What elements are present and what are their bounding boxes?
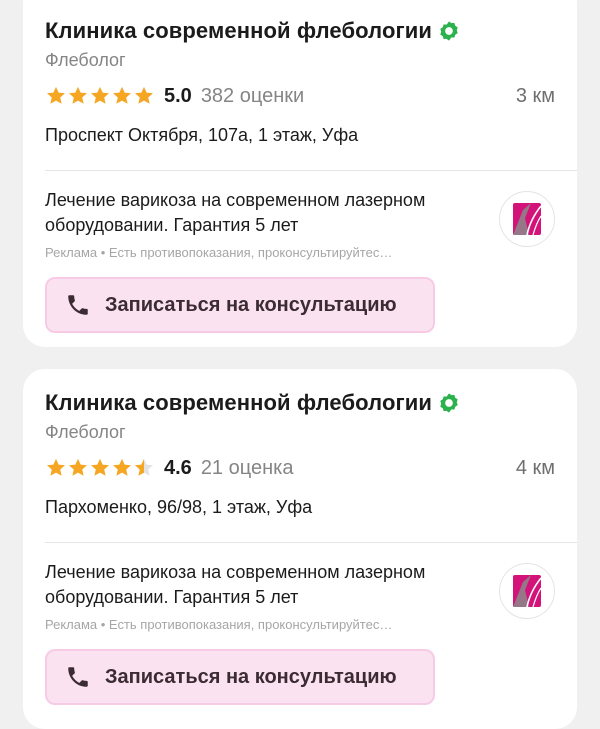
star-half-icon <box>135 458 153 476</box>
divider <box>45 170 577 171</box>
rating-value: 5.0 <box>164 84 192 107</box>
rating-value: 4.6 <box>164 456 192 479</box>
clinic-title[interactable]: Клиника современной флебологии <box>45 18 432 44</box>
star-icon <box>91 86 109 104</box>
rating-stars <box>45 85 155 107</box>
phone-icon <box>68 667 88 687</box>
ad-disclaimer: Реклама • Есть противопоказания, проконс… <box>45 245 393 260</box>
rating-stars <box>45 457 155 479</box>
phone-icon <box>68 295 88 315</box>
clinic-address[interactable]: Проспект Октября, 107а, 1 этаж, Уфа <box>45 120 555 150</box>
ad-block[interactable]: Лечение варикоза на современном лазерном… <box>45 560 555 632</box>
clinic-card[interactable]: Клиника современной флебологии Флеболог … <box>23 369 577 729</box>
book-consultation-label: Записаться на консультацию <box>105 665 397 688</box>
star-icon <box>113 86 131 104</box>
ad-text[interactable]: Лечение варикоза на современном лазерном… <box>45 560 495 610</box>
book-consultation-button[interactable]: Записаться на консультацию <box>45 649 435 705</box>
book-consultation-label: Записаться на консультацию <box>105 293 397 316</box>
star-icon <box>69 458 87 476</box>
verified-badge-icon <box>440 21 458 41</box>
review-count[interactable]: 21 оценка <box>201 457 294 480</box>
star-icon <box>113 458 131 476</box>
star-icon <box>47 86 65 104</box>
ad-block[interactable]: Лечение варикоза на современном лазерном… <box>45 188 555 260</box>
rating-row: 4.6 21 оценка 4 км <box>45 452 555 484</box>
clinic-logo-icon[interactable] <box>499 563 555 619</box>
star-icon <box>91 458 109 476</box>
specialty-label: Флеболог <box>45 50 126 70</box>
review-count[interactable]: 382 оценки <box>201 85 304 108</box>
clinic-address[interactable]: Пархоменко, 96/98, 1 этаж, Уфа <box>45 492 555 522</box>
specialty-label: Флеболог <box>45 422 126 442</box>
distance-label: 3 км <box>515 84 555 107</box>
ad-disclaimer: Реклама • Есть противопоказания, проконс… <box>45 617 393 632</box>
clinic-card[interactable]: Клиника современной флебологии Флеболог … <box>23 0 577 347</box>
clinic-title[interactable]: Клиника современной флебологии <box>45 390 432 416</box>
clinic-logo-icon[interactable] <box>499 191 555 247</box>
star-icon <box>135 86 153 104</box>
star-icon <box>47 458 65 476</box>
ad-text[interactable]: Лечение варикоза на современном лазерном… <box>45 188 495 238</box>
distance-label: 4 км <box>515 456 555 479</box>
book-consultation-button[interactable]: Записаться на консультацию <box>45 277 435 333</box>
divider <box>45 542 577 543</box>
rating-row: 5.0 382 оценки 3 км <box>45 80 555 112</box>
verified-badge-icon <box>440 393 458 413</box>
star-icon <box>69 86 87 104</box>
